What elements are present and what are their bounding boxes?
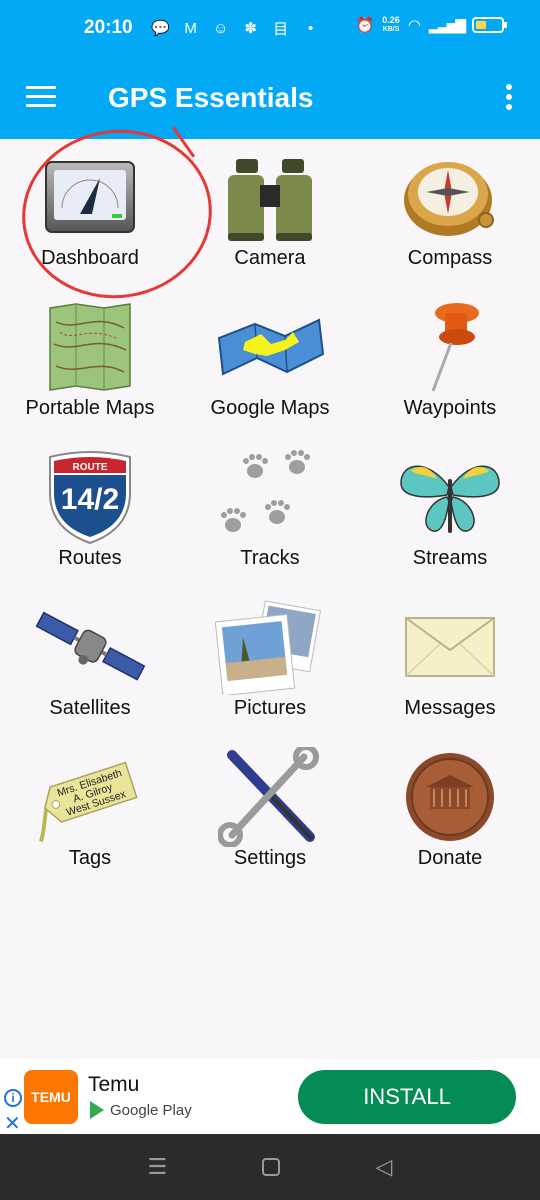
folded-map-icon [215,297,325,397]
ad-app-name: Temu [88,1073,140,1096]
tile-satellites[interactable]: Satellites [0,589,180,739]
tile-label: Google Maps [210,397,330,419]
recents-menu-icon[interactable]: ☰ [148,1154,168,1180]
tile-label: Streams [412,547,488,569]
ad-banner[interactable]: i ✕ TEMU Temu Google Play INSTALL [0,1059,540,1136]
envelope-icon [395,597,505,697]
chat-icon: 💬 [151,20,170,37]
app-bar: GPS Essentials [0,56,540,139]
tile-google-maps[interactable]: Google Maps [180,289,360,439]
app-notification-icon-3: 目 [273,20,289,38]
menu-icon[interactable] [26,86,56,108]
overflow-menu-icon[interactable] [506,84,514,112]
tile-label: Settings [233,847,307,869]
back-icon[interactable]: ◁ [376,1154,393,1180]
tools-icon [215,747,325,847]
tile-donate[interactable]: Donate [360,739,540,889]
alarm-icon: ⏰ [355,17,375,34]
tile-label: Tags [68,847,112,869]
tile-streams[interactable]: Streams [360,439,540,589]
home-icon[interactable] [262,1158,281,1176]
luggage-tag-icon: Mrs. Elisabeth A. Gilroy West Sussex [35,747,145,847]
ad-close-icon[interactable]: ✕ [4,1111,21,1136]
tile-compass[interactable]: Compass [360,139,540,289]
app-notification-icon-2: ✽ [244,20,257,37]
tile-label: Messages [404,697,496,719]
speed-unit: KB/S [382,26,400,33]
tile-label: Tracks [240,547,300,569]
app-notification-icon: ☺ [212,19,229,37]
tile-tags[interactable]: Mrs. Elisabeth A. Gilroy West Sussex Tag… [0,739,180,889]
topo-map-icon [35,297,145,397]
tile-routes[interactable]: ROUTE 14/2 Routes [0,439,180,589]
ad-store: Google Play [90,1101,192,1119]
route-shield-top: ROUTE [73,462,108,473]
tile-label: Portable Maps [25,397,155,419]
tile-messages[interactable]: Messages [360,589,540,739]
status-time: 20:10 [84,17,133,38]
tile-label: Donate [417,847,483,869]
google-play-icon [90,1101,104,1119]
tile-label: Pictures [233,697,307,719]
signal-icon: ▂▃▅▇ [428,16,466,33]
tile-label: Waypoints [403,397,497,419]
tile-settings[interactable]: Settings [180,739,360,889]
tile-label: Satellites [49,697,131,719]
photos-icon [215,597,325,697]
route-shield-number: 14/2 [61,483,119,516]
more-dot-icon: • [307,19,314,37]
status-bar: 20:10 💬 M ☺ ✽ 目 • ⏰ 0.26 KB/S ◠ ▂▃▅▇ [0,0,540,56]
compass-icon [395,147,505,247]
gmail-icon: M [184,19,197,37]
temu-logo[interactable]: TEMU [24,1070,78,1124]
penny-icon [395,747,505,847]
network-speed: 0.26 KB/S [382,16,400,34]
wifi-icon: ◠ [407,17,421,34]
tile-portable-maps[interactable]: Portable Maps [0,289,180,439]
install-button[interactable]: INSTALL [298,1070,516,1124]
tile-label: Compass [407,247,493,269]
tile-label: Routes [58,547,122,569]
route-shield-icon: ROUTE 14/2 [35,447,145,547]
speed-value: 0.26 [382,15,400,25]
ad-info-icon[interactable]: i [4,1089,22,1107]
paw-prints-icon [215,447,325,547]
tile-label: Camera [234,247,306,269]
temu-logo-text: TEMU [31,1089,71,1105]
butterfly-icon [395,447,505,547]
tile-pictures[interactable]: Pictures [180,589,360,739]
push-pin-icon [395,297,505,397]
app-title: GPS Essentials [108,82,314,113]
notification-icons: 💬 M ☺ ✽ 目 • [151,18,321,39]
system-status-icons: ⏰ 0.26 KB/S ◠ ▂▃▅▇ [355,16,507,34]
system-nav-bar: ☰ ◁ [0,1134,540,1200]
tile-waypoints[interactable]: Waypoints [360,289,540,439]
ad-store-label: Google Play [110,1101,192,1119]
tile-tracks[interactable]: Tracks [180,439,360,589]
satellite-icon [35,597,145,697]
battery-icon [472,17,507,33]
binoculars-icon [215,147,325,247]
